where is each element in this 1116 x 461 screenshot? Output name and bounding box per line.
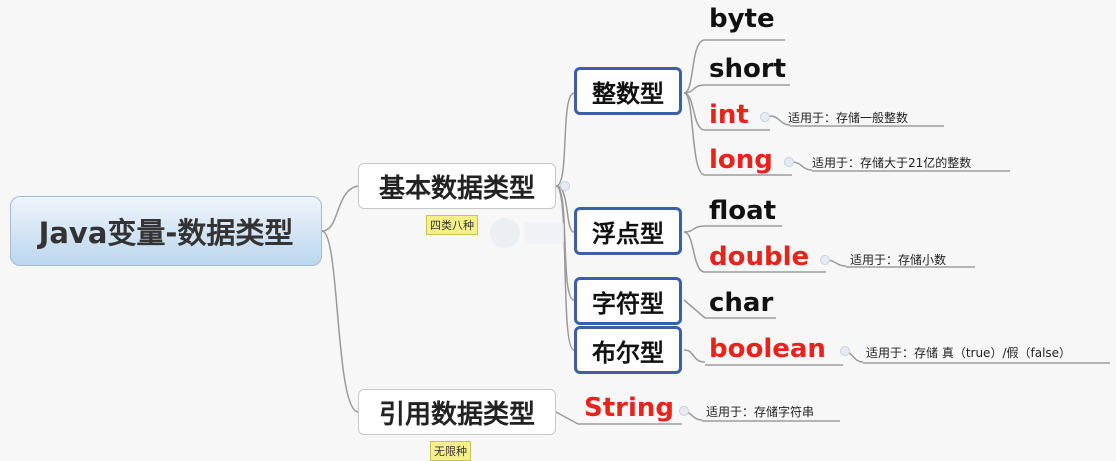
watermark-text xyxy=(524,222,564,244)
watermark-logo xyxy=(490,218,520,248)
leaf-double[interactable]: double xyxy=(709,242,809,272)
float-category-label: 浮点型 xyxy=(592,219,664,248)
boolean-category-label: 布尔型 xyxy=(592,338,664,367)
leaf-short[interactable]: short xyxy=(709,54,786,84)
leaf-long[interactable]: long xyxy=(709,145,773,175)
note-dot xyxy=(784,157,794,167)
long-note: 适用于：存储大于21亿的整数 xyxy=(812,156,972,170)
char-category-label: 字符型 xyxy=(592,289,664,318)
string-note: 适用于：存储字符串 xyxy=(706,405,815,419)
leaf-int[interactable]: int xyxy=(709,100,749,130)
primitive-types-node[interactable]: 基本数据类型 xyxy=(358,163,556,209)
note-dot xyxy=(679,406,689,416)
char-category-node[interactable]: 字符型 xyxy=(574,277,682,325)
reference-types-node[interactable]: 引用数据类型 xyxy=(358,389,556,435)
leaf-char[interactable]: char xyxy=(709,288,773,318)
double-note: 适用于：存储小数 xyxy=(850,253,947,267)
collapse-dot[interactable] xyxy=(560,181,570,191)
float-category-node[interactable]: 浮点型 xyxy=(574,207,682,255)
root-node[interactable]: Java变量-数据类型 xyxy=(10,196,322,266)
leaf-float[interactable]: float xyxy=(709,196,776,226)
integer-category-label: 整数型 xyxy=(592,79,664,108)
mind-map: Java变量-数据类型 基本数据类型 四类八种 引用数据类型 无限种 整数型 浮… xyxy=(0,0,1116,461)
note-dot xyxy=(820,255,830,265)
note-dot xyxy=(760,112,770,122)
note-dot xyxy=(840,346,850,356)
leaf-byte[interactable]: byte xyxy=(709,4,775,34)
integer-category-node[interactable]: 整数型 xyxy=(574,67,682,115)
leaf-string[interactable]: String xyxy=(584,393,674,423)
leaf-boolean[interactable]: boolean xyxy=(709,334,826,364)
reference-types-tag: 无限种 xyxy=(430,441,471,461)
int-note: 适用于：存储一般整数 xyxy=(788,111,909,125)
reference-types-label: 引用数据类型 xyxy=(378,399,535,430)
primitive-types-label: 基本数据类型 xyxy=(378,173,535,204)
boolean-category-node[interactable]: 布尔型 xyxy=(574,326,682,374)
root-title: Java变量-数据类型 xyxy=(38,216,294,250)
boolean-note: 适用于：存储 真（true）/假（false） xyxy=(866,346,1072,360)
primitive-types-tag: 四类八种 xyxy=(426,215,478,235)
